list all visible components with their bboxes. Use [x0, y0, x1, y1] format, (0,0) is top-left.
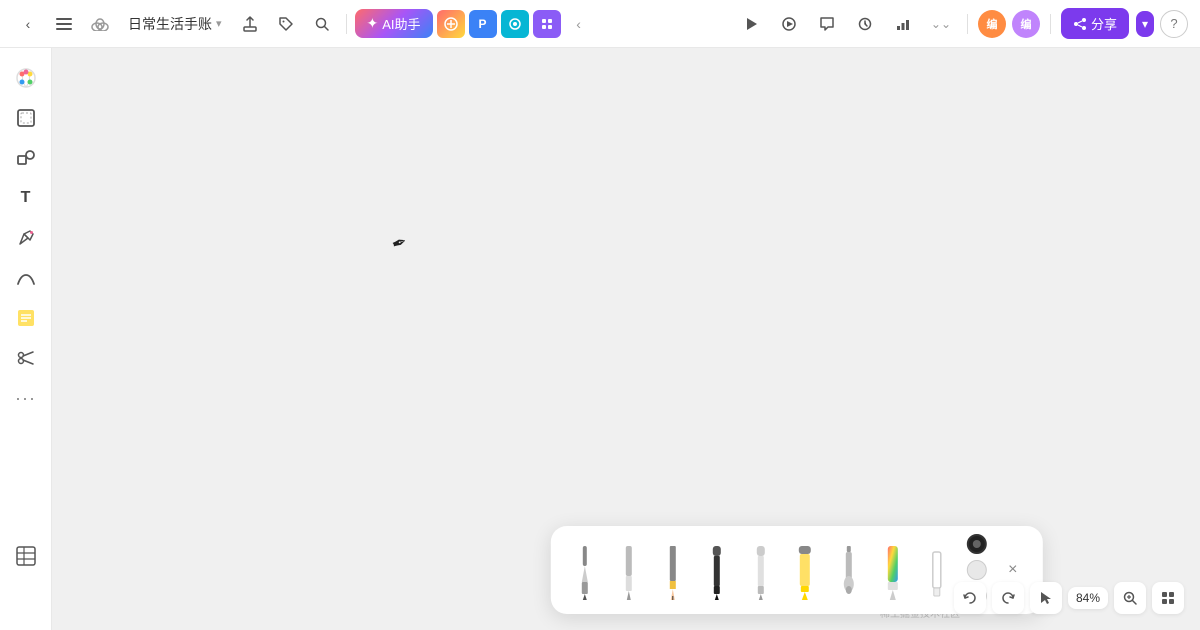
- bottom-right-controls: 84%: [954, 582, 1184, 614]
- color-palette-tool[interactable]: [8, 60, 44, 96]
- plugin2-button[interactable]: P: [469, 10, 497, 38]
- divider3: [1050, 14, 1051, 34]
- share-button[interactable]: 分享: [1061, 8, 1129, 39]
- doc-title[interactable]: 日常生活手账 ▾: [120, 10, 230, 38]
- pen-cursor-indicator: ✒: [389, 231, 410, 256]
- scissors-tool[interactable]: [8, 340, 44, 376]
- pencil-item[interactable]: [655, 540, 691, 600]
- plugin1-button[interactable]: [437, 10, 465, 38]
- shape-tool[interactable]: [8, 140, 44, 176]
- curve-tool[interactable]: [8, 260, 44, 296]
- redo-button[interactable]: [992, 582, 1024, 614]
- black-marker-item[interactable]: [699, 540, 735, 600]
- menu-button[interactable]: [48, 8, 80, 40]
- zoom-percentage: 84%: [1076, 591, 1100, 605]
- title-arrow: ▾: [216, 17, 222, 30]
- help-button[interactable]: ?: [1160, 10, 1188, 38]
- divider2: [967, 14, 968, 34]
- sidebar-bottom: [8, 538, 44, 574]
- back-button[interactable]: ‹: [12, 8, 44, 40]
- frame-tool[interactable]: [8, 100, 44, 136]
- share-dropdown-button[interactable]: ▾: [1136, 11, 1154, 37]
- yellow-highlighter-item[interactable]: [787, 540, 823, 600]
- blank-pen-item[interactable]: [919, 540, 955, 600]
- right-toolbar: ⌄⌄ 编 编 分享 ▾ ?: [735, 8, 1188, 40]
- data-button[interactable]: [887, 8, 919, 40]
- more-tools-button[interactable]: ···: [8, 380, 44, 416]
- play-button[interactable]: [773, 8, 805, 40]
- text-tool[interactable]: T: [8, 180, 44, 216]
- zoom-indicator: 84%: [1068, 587, 1108, 609]
- close-tray-button[interactable]: ×: [999, 556, 1027, 584]
- ai-label: AI助手: [382, 14, 420, 33]
- ai-assistant-button[interactable]: ✦ AI助手: [355, 9, 433, 38]
- cloud-button[interactable]: [84, 8, 116, 40]
- ai-star-icon: ✦: [367, 15, 379, 32]
- regular-pen-item[interactable]: [611, 540, 647, 600]
- more-plugins-button[interactable]: ‹: [565, 10, 593, 38]
- export-button[interactable]: [234, 8, 266, 40]
- plugin3-button[interactable]: [501, 10, 529, 38]
- avatar2[interactable]: 编: [1012, 10, 1040, 38]
- avatar1[interactable]: 编: [978, 10, 1006, 38]
- gray-brush-item[interactable]: [831, 540, 867, 600]
- tag-button[interactable]: [270, 8, 302, 40]
- pointer-tool-button[interactable]: [1030, 582, 1062, 614]
- divider1: [346, 14, 347, 34]
- left-sidebar: T ···: [0, 48, 52, 630]
- white-color-dot[interactable]: [967, 560, 987, 580]
- run-button[interactable]: [735, 8, 767, 40]
- share-label: 分享: [1091, 14, 1117, 33]
- undo-button[interactable]: [954, 582, 986, 614]
- plugin-icons: P ‹: [437, 10, 593, 38]
- doc-title-text: 日常生活手账: [128, 14, 212, 34]
- top-toolbar: ‹ 日常生活手账 ▾ ✦ AI助手 P ‹: [0, 0, 1200, 48]
- history-button[interactable]: [849, 8, 881, 40]
- comment-button[interactable]: [811, 8, 843, 40]
- search-button[interactable]: [306, 8, 338, 40]
- grid-button[interactable]: [1152, 582, 1184, 614]
- sticky-note-tool[interactable]: [8, 300, 44, 336]
- zoom-button[interactable]: [1114, 582, 1146, 614]
- more-right-button[interactable]: ⌄⌄: [925, 8, 957, 40]
- sidebar-table-button[interactable]: [8, 538, 44, 574]
- plugin4-button[interactable]: [533, 10, 561, 38]
- texture-pen-item[interactable]: [875, 540, 911, 600]
- fountain-pen-item[interactable]: [567, 540, 603, 600]
- white-marker-item[interactable]: [743, 540, 779, 600]
- pen-tool[interactable]: [8, 220, 44, 256]
- black-color-dot[interactable]: [967, 534, 987, 554]
